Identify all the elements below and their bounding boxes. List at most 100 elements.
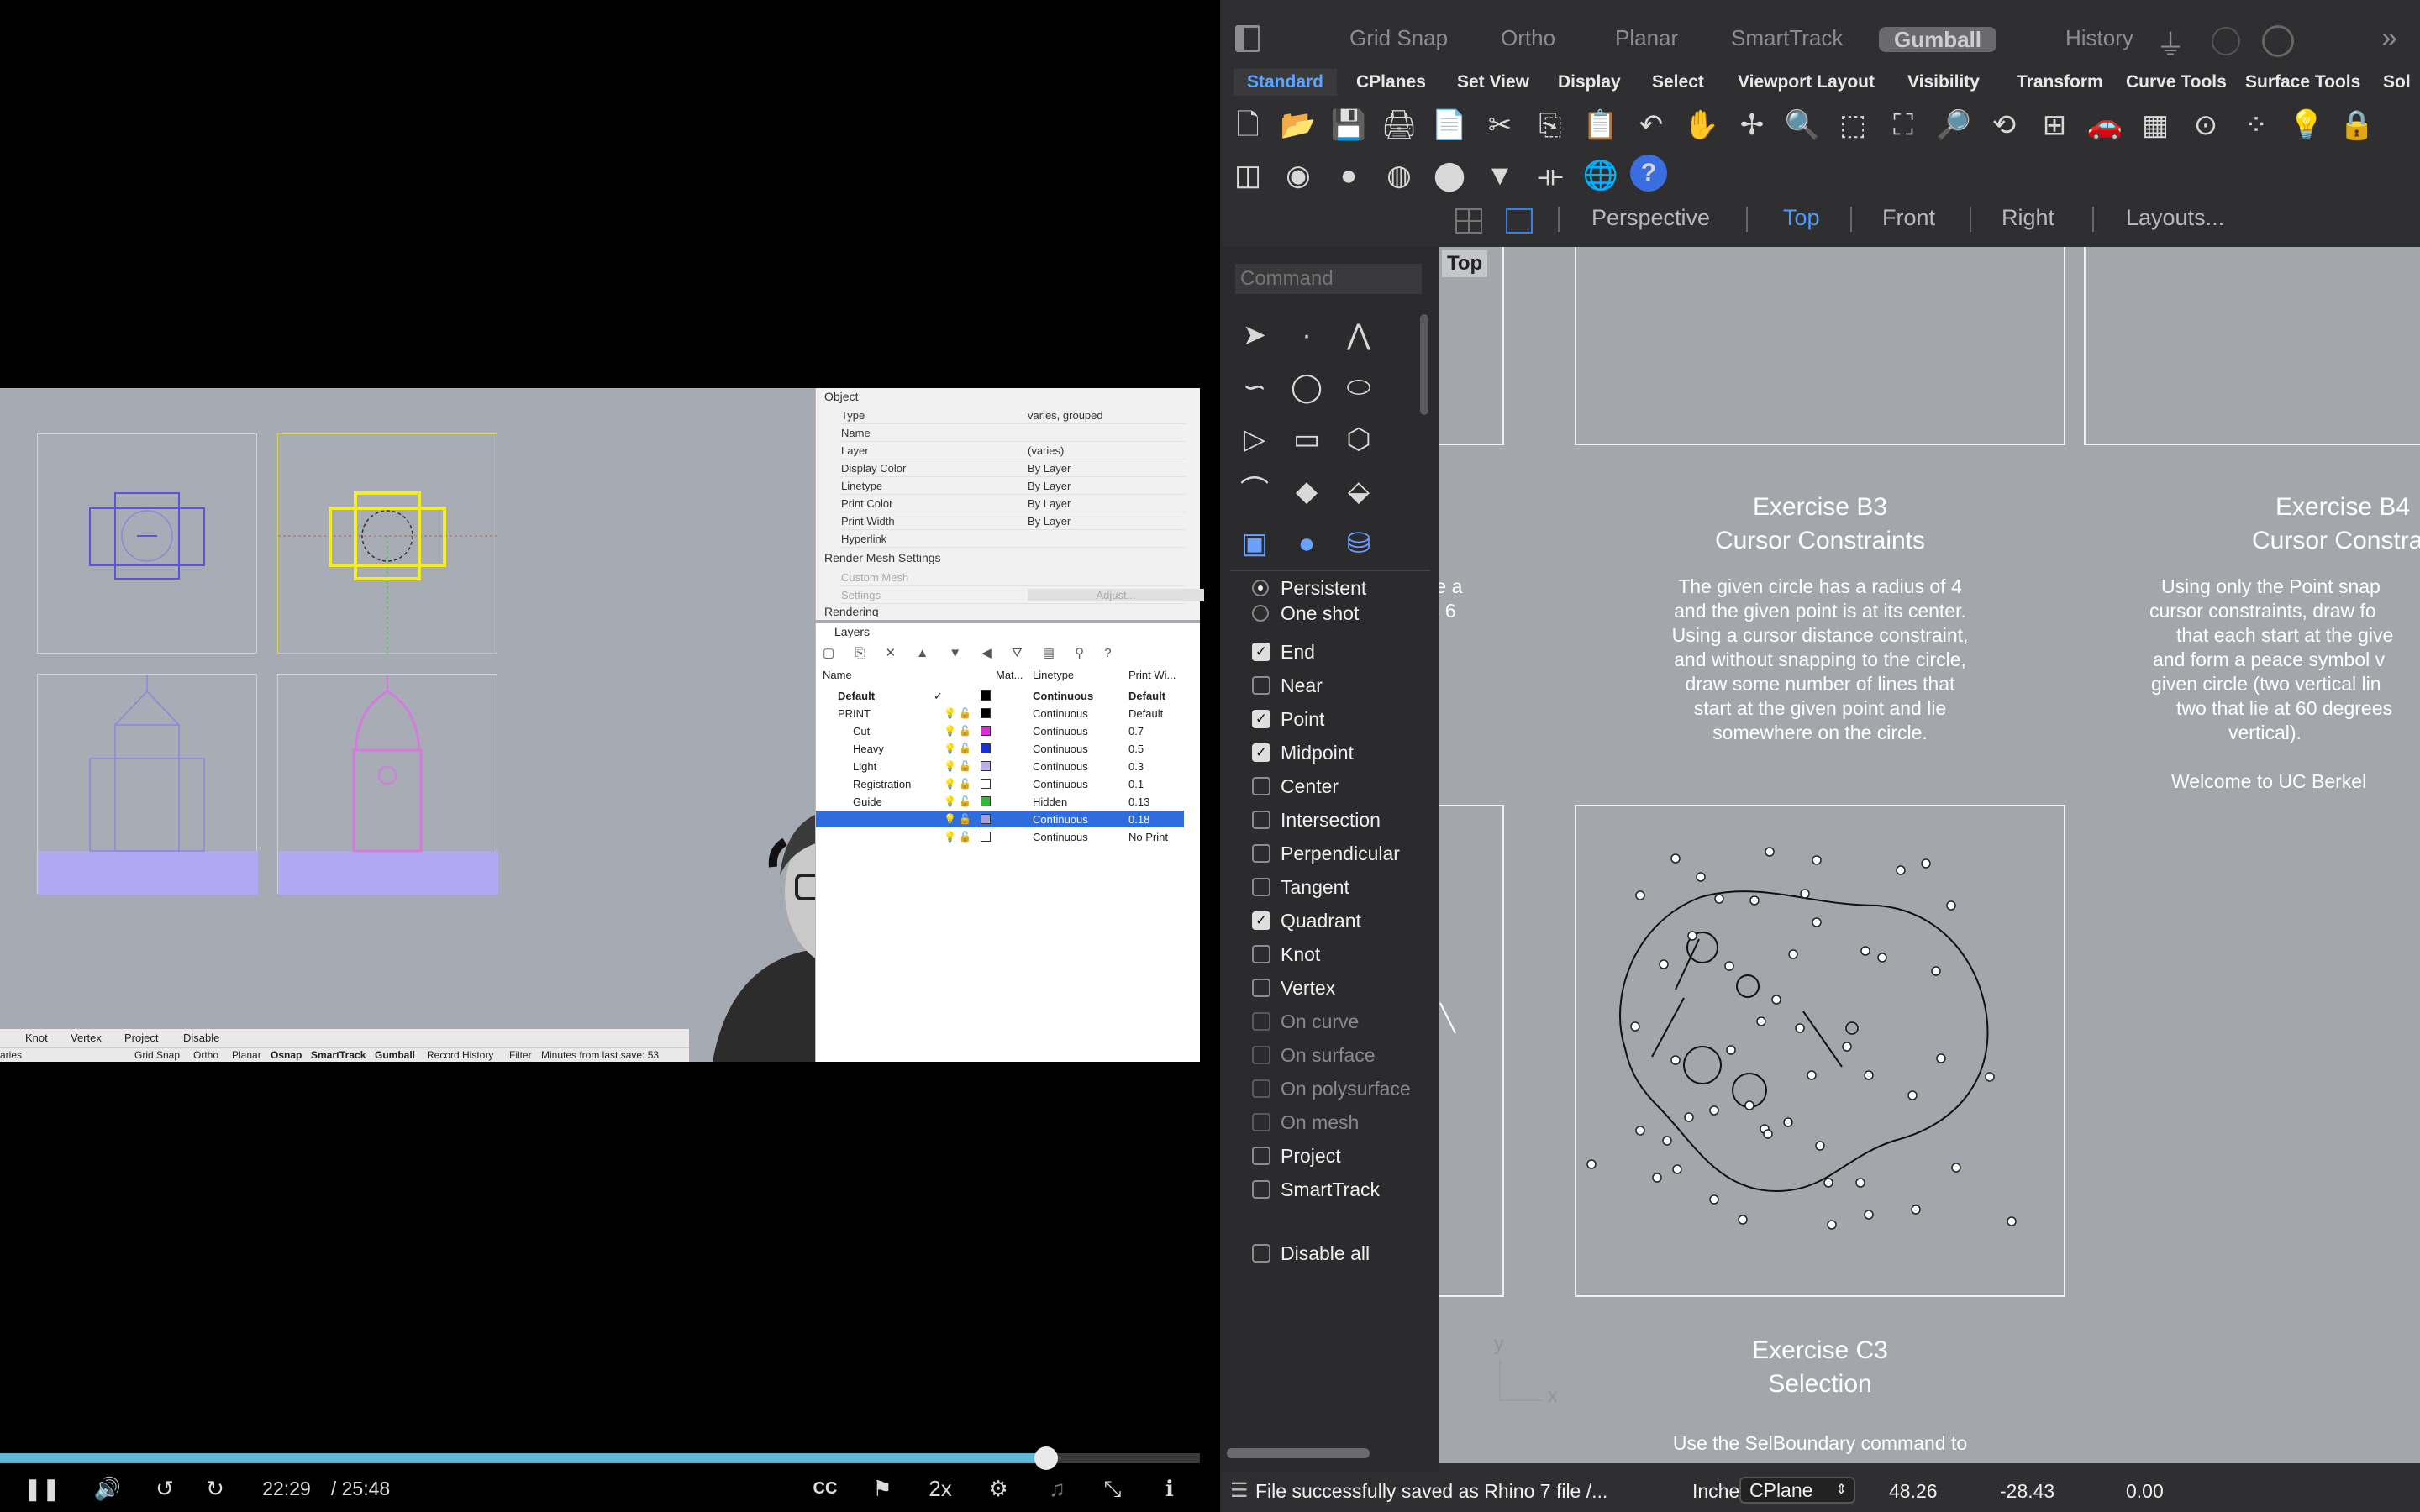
layer-row[interactable]: 💡 🔓 Continuous No Print <box>816 828 1184 845</box>
point-marker[interactable] <box>1670 853 1681 864</box>
layer-row[interactable]: PRINT 💡 🔓 Continuous Default <box>816 705 1184 722</box>
point-marker[interactable] <box>1807 1070 1817 1080</box>
curve-edit-icon[interactable]: ▷ <box>1234 418 1276 460</box>
toolbar-ortho[interactable]: Ortho <box>1501 25 1555 51</box>
select-arrow-icon[interactable]: ➤ <box>1234 314 1276 356</box>
layer-print-width[interactable]: No Print <box>1128 831 1168 843</box>
viewport-tab-layouts[interactable]: Layouts... <box>2126 205 2224 231</box>
cut-icon[interactable]: ✂ <box>1479 104 1521 146</box>
tab-cplanes[interactable]: CPlanes <box>1343 69 1439 96</box>
layer-color-swatch[interactable] <box>981 708 991 718</box>
property-row[interactable]: Name <box>841 424 1186 442</box>
command-input[interactable] <box>1235 264 1422 294</box>
save-icon[interactable]: 💾 <box>1328 104 1370 146</box>
property-row[interactable]: Print Width By Layer <box>841 512 1186 530</box>
point-marker[interactable] <box>1946 900 1956 911</box>
point-marker[interactable] <box>1951 1163 1961 1173</box>
layer-linetype[interactable]: Continuous <box>1033 778 1088 790</box>
viewport-grid-icon[interactable] <box>1455 208 1482 234</box>
point-marker[interactable] <box>1726 1045 1736 1055</box>
layer-print-width[interactable]: Default <box>1128 707 1163 720</box>
point-marker[interactable] <box>1812 855 1822 865</box>
speed-button[interactable]: 2x <box>921 1472 960 1505</box>
polygon-icon[interactable]: ⬡ <box>1338 418 1380 460</box>
top-viewport[interactable]: Top te a s 6 Exercise B3Cursor Constrain… <box>1439 247 2420 1463</box>
point-marker[interactable] <box>1662 1136 1672 1146</box>
layer-linetype[interactable]: Continuous <box>1033 760 1088 773</box>
sidebar-toggle-icon[interactable] <box>1235 25 1260 52</box>
point-marker[interactable] <box>1896 865 1906 875</box>
tab-standard[interactable]: Standard <box>1234 69 1338 96</box>
point-marker[interactable] <box>1827 1220 1837 1230</box>
layer-row[interactable]: 💡 🔓 Continuous 0.18 <box>816 811 1184 827</box>
property-row[interactable]: Layer (varies) <box>841 442 1186 459</box>
point-marker[interactable] <box>1788 949 1798 959</box>
layer-color-swatch[interactable] <box>981 726 991 736</box>
import-icon[interactable]: 📄 <box>1428 104 1470 146</box>
four-views-icon[interactable]: ⊞ <box>2033 104 2075 146</box>
point-marker[interactable] <box>1630 1021 1640 1032</box>
viewport-single-icon[interactable] <box>1506 208 1533 234</box>
shaded-sphere-icon[interactable]: ● <box>1328 155 1370 197</box>
point-marker[interactable] <box>1864 1210 1874 1220</box>
selection-drawing[interactable] <box>1575 805 2065 1297</box>
property-row[interactable]: Display Color By Layer <box>841 459 1186 477</box>
point-marker[interactable] <box>1756 1016 1766 1026</box>
point-marker[interactable] <box>1652 1173 1662 1183</box>
record-indicator-icon[interactable] <box>2262 25 2294 57</box>
volume-icon[interactable]: 🔊 <box>89 1472 126 1505</box>
layer-print-width[interactable]: 0.18 <box>1128 813 1150 826</box>
render-sphere-icon[interactable]: ⬤ <box>1428 155 1470 197</box>
point-marker[interactable] <box>1724 961 1734 971</box>
toolbar-planar[interactable]: Planar <box>1615 25 1678 51</box>
point-marker[interactable] <box>1855 1178 1865 1188</box>
pause-icon[interactable]: ❚❚ <box>24 1472 60 1505</box>
layer-row[interactable]: Heavy 💡 🔓 Continuous 0.5 <box>816 740 1184 757</box>
point-marker[interactable] <box>1709 1105 1719 1116</box>
property-row[interactable]: Linetype By Layer <box>841 477 1186 495</box>
info-icon[interactable]: ℹ <box>1153 1472 1186 1505</box>
layer-row[interactable]: Light 💡 🔓 Continuous 0.3 <box>816 758 1184 774</box>
point-snap-icon[interactable]: ⊙ <box>2185 104 2227 146</box>
layer-color-swatch[interactable] <box>981 743 991 753</box>
layer-linetype[interactable]: Continuous <box>1033 743 1088 755</box>
layer-color-swatch[interactable] <box>981 814 991 824</box>
color-wheel-icon[interactable]: ◉ <box>1277 155 1319 197</box>
cplane-select[interactable]: CPlane ⇕ <box>1739 1477 1855 1504</box>
layer-linetype[interactable]: Continuous <box>1033 831 1088 843</box>
point-marker[interactable] <box>1907 1090 1918 1100</box>
layer-print-width[interactable]: 0.5 <box>1128 743 1144 755</box>
open-folder-icon[interactable]: 📂 <box>1277 104 1319 146</box>
new-file-icon[interactable]: 🗋 <box>1227 104 1269 146</box>
tab-display[interactable]: Display <box>1544 69 1634 96</box>
viewport-tab-right[interactable]: Right <box>2002 205 2054 231</box>
expand-chevrons-icon[interactable]: » <box>2381 22 2397 55</box>
point-marker[interactable] <box>1911 1205 1921 1215</box>
layer-state-icons[interactable]: 💡 🔓 <box>944 831 971 843</box>
point-marker[interactable] <box>1765 847 1775 857</box>
point-marker[interactable] <box>2007 1216 2017 1226</box>
copy-icon[interactable]: ⎘ <box>1529 104 1571 146</box>
point-marker[interactable] <box>1823 1178 1833 1188</box>
layer-color-swatch[interactable] <box>981 796 991 806</box>
viewport-tab-top[interactable]: Top <box>1783 205 1820 231</box>
light-bulb-icon[interactable]: 💡 <box>2286 104 2328 146</box>
layer-color-swatch[interactable] <box>981 779 991 789</box>
exit-fullscreen-icon[interactable]: ⤡ <box>1096 1472 1129 1505</box>
viewport-tab-perspective[interactable]: Perspective <box>1591 205 1710 231</box>
point-marker[interactable] <box>1936 1053 1946 1063</box>
toolbar-history[interactable]: History <box>2065 25 2133 51</box>
point-marker[interactable] <box>1684 1112 1694 1122</box>
print-icon[interactable]: 🖨 <box>1378 104 1420 146</box>
layer-row[interactable]: Guide 💡 🔓 Hidden 0.13 <box>816 793 1184 810</box>
rewind-icon[interactable]: ↺ <box>148 1472 182 1505</box>
rotate-view-icon[interactable]: ✢ <box>1731 104 1773 146</box>
tab-transform[interactable]: Transform <box>2003 69 2117 96</box>
layer-state-icons[interactable]: 💡 🔓 <box>944 760 971 772</box>
globe-icon[interactable]: 🌐 <box>1580 155 1622 197</box>
point-marker[interactable] <box>1635 1126 1645 1136</box>
polyline-icon[interactable]: ⋀ <box>1338 314 1380 356</box>
flow-icon[interactable]: ⟛ <box>1529 155 1571 197</box>
property-row[interactable]: Print Color By Layer <box>841 495 1186 512</box>
tab-viewport-layout[interactable]: Viewport Layout <box>1724 69 1888 96</box>
